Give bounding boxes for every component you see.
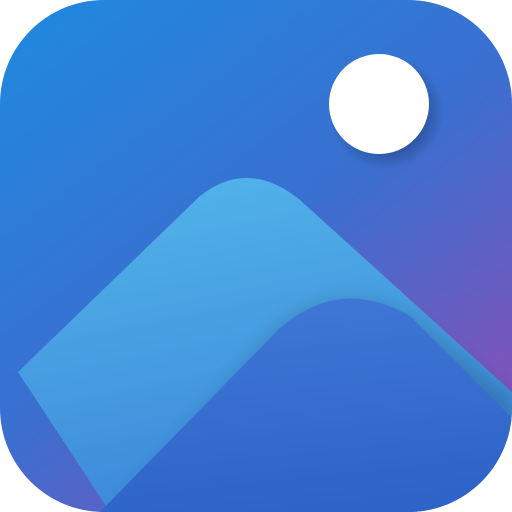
app-icon [0,0,512,512]
photos-app-icon [0,0,512,512]
sun-icon [329,54,429,154]
